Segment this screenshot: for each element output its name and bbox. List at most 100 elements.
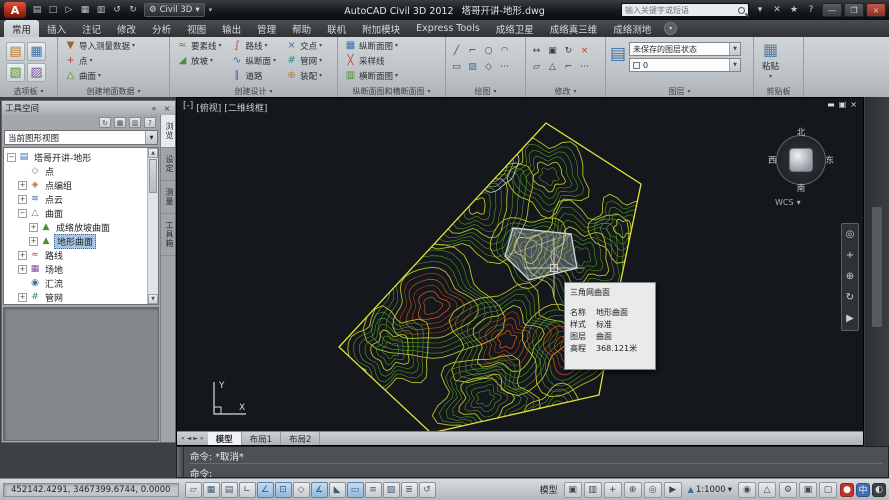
polyline-button[interactable]: ⌐	[465, 43, 480, 58]
toolspace-header[interactable]: 工具空间 «×	[2, 101, 175, 115]
refresh-icon[interactable]: ↻	[99, 117, 111, 128]
pan-icon[interactable]: +	[846, 251, 854, 261]
trim-button[interactable]: ⌐	[561, 59, 576, 74]
pipe-network-button[interactable]: #管网▾	[282, 53, 325, 68]
quick-view-drawings-button[interactable]: ▥	[584, 482, 602, 498]
ribbon-tab-5[interactable]: 视图	[179, 20, 214, 37]
ribbon-tab-14[interactable]: 成络测地	[605, 20, 659, 37]
feature-line-button[interactable]: ≈要素线▾	[173, 38, 225, 53]
ribbon-group-label[interactable]: 绘图▾	[449, 86, 522, 97]
current-layer-dropdown[interactable]: 0▼	[629, 58, 741, 72]
minimize-button[interactable]: —	[822, 3, 842, 17]
tree-expander-icon[interactable]: +	[18, 251, 27, 260]
infer-constraints-toggle[interactable]: ▱	[185, 482, 202, 498]
model-space-button[interactable]: 模型	[537, 483, 561, 496]
tree-expander-icon[interactable]: −	[18, 209, 27, 218]
drawing-viewport[interactable]: YX [-][俯视][二维线框] ▬▣× 北 南 西 东 WCS ▾ ◎+⊕↻▶…	[176, 97, 864, 446]
doc-close-button[interactable]: ×	[850, 100, 857, 109]
ribbon-tab-11[interactable]: Express Tools	[408, 20, 488, 37]
transparency-toggle[interactable]: ▨	[383, 482, 400, 498]
layout-nav-arrow-1[interactable]: ◄	[187, 435, 192, 442]
visual-style-control[interactable]: [二维线框]	[224, 101, 267, 114]
scroll-down-icon[interactable]: ▼	[148, 294, 158, 304]
exchange-apps-icon[interactable]: ✕	[770, 5, 784, 15]
toolspace-button[interactable]: ▤	[6, 42, 25, 61]
sample-lines-button[interactable]: ╳采样线	[341, 53, 401, 68]
preview-icon[interactable]: ▥	[129, 117, 141, 128]
workspace-selector[interactable]: ⚙ Civil 3D ▾	[144, 3, 205, 17]
profile-view-button[interactable]: ▦纵断面图▾	[341, 38, 401, 53]
close-icon[interactable]: ×	[162, 104, 172, 113]
polygon-button[interactable]: ◇	[481, 59, 496, 74]
help-search-box[interactable]	[621, 3, 749, 17]
tree-expander-icon[interactable]: +	[18, 195, 27, 204]
tree-item-7[interactable]: +≈路线	[4, 248, 146, 262]
import-survey-data-button[interactable]: ▼导入测量数据▾	[61, 38, 138, 53]
tree-item-label[interactable]: 路线	[43, 249, 65, 262]
restore-button[interactable]: ❐	[844, 3, 864, 17]
grading-button[interactable]: ◢放坡▾	[173, 53, 225, 68]
tree-item-label[interactable]: 汇流	[43, 277, 65, 290]
redo-icon[interactable]: ↻	[126, 5, 140, 15]
viewcube-east[interactable]: 东	[825, 154, 834, 166]
ribbon-tab-0[interactable]: 常用	[4, 20, 39, 37]
scrollbar-thumb[interactable]	[149, 159, 157, 193]
tree-item-2[interactable]: +◈点编组	[4, 178, 146, 192]
ribbon-tab-6[interactable]: 输出	[214, 20, 249, 37]
sign-in-icon[interactable]: ▾	[753, 5, 767, 15]
3d-object-snap-toggle[interactable]: ◇	[293, 482, 310, 498]
open-icon[interactable]: ▷	[62, 5, 76, 15]
layer-properties-button[interactable]: ▤	[610, 44, 623, 64]
show-motion-icon[interactable]: ▶	[846, 314, 854, 324]
layer-state-dropdown[interactable]: 未保存的图层状态▼	[629, 42, 741, 56]
tree-expander-icon[interactable]: +	[18, 293, 27, 302]
item-view-icon[interactable]: ▦	[114, 117, 126, 128]
layout-nav-arrow-0[interactable]: «	[181, 435, 185, 442]
tree-item-label[interactable]: 塔哥开讲-地形	[32, 151, 93, 164]
ime-mode-icon[interactable]: ◐	[872, 483, 886, 497]
workspace-switching-button[interactable]: ⚙	[779, 482, 797, 498]
toolspace-tab-2[interactable]: 测量	[161, 181, 175, 214]
ribbon-tab-8[interactable]: 帮助	[284, 20, 319, 37]
section-views-button[interactable]: ▥横断面图▾	[341, 68, 401, 83]
ribbon-group-label[interactable]: 选项板▾	[3, 86, 54, 97]
arc-button[interactable]: ◠	[497, 43, 512, 58]
stretch-button[interactable]: ▱	[529, 59, 544, 74]
tree-item-1[interactable]: ◇点	[4, 164, 146, 178]
new-icon[interactable]: □	[46, 5, 60, 15]
annotation-autoscale-button[interactable]: △	[758, 482, 776, 498]
ribbon-group-label[interactable]: 修改▾	[529, 86, 602, 97]
view-mode-dropdown[interactable]: 当前图形视图 ▼	[4, 130, 158, 145]
tree-scrollbar[interactable]: ▲ ▼	[147, 148, 158, 304]
ribbon-tab-9[interactable]: 联机	[319, 20, 354, 37]
viewcube[interactable]: 北 南 西 东	[769, 128, 833, 192]
scroll-up-icon[interactable]: ▲	[148, 148, 158, 158]
selection-cycling-toggle[interactable]: ↺	[419, 482, 436, 498]
orbit-icon[interactable]: ↻	[846, 293, 854, 303]
wcs-menu[interactable]: WCS ▾	[775, 198, 801, 207]
ribbon-tab-13[interactable]: 成络真三维	[542, 20, 606, 37]
help-icon[interactable]: ?	[804, 5, 818, 15]
mirror-button[interactable]: △	[545, 59, 560, 74]
application-menu-button[interactable]: A	[4, 2, 26, 18]
intersection-button[interactable]: ×交点▾	[282, 38, 325, 53]
tree-item-5[interactable]: +▲成络放坡曲面	[4, 220, 146, 234]
doc-restore-button[interactable]: ▣	[839, 100, 847, 109]
annotation-visibility-button[interactable]: ◉	[738, 482, 756, 498]
dynamic-ucs-toggle[interactable]: ◣	[329, 482, 346, 498]
tree-item-0[interactable]: −▤塔哥开讲-地形	[4, 150, 146, 164]
tree-item-label[interactable]: 点	[43, 165, 56, 178]
ribbon-tab-4[interactable]: 分析	[144, 20, 179, 37]
search-input[interactable]	[625, 6, 738, 15]
viewcube-south[interactable]: 南	[797, 182, 806, 194]
rectangle-button[interactable]: ▭	[449, 59, 464, 74]
ortho-mode-toggle[interactable]: ∟	[239, 482, 256, 498]
viewcube-cube[interactable]	[789, 148, 813, 172]
quick-properties-toggle[interactable]: ≣	[401, 482, 418, 498]
move-button[interactable]: ↔	[529, 43, 544, 58]
tree-item-label[interactable]: 点云	[43, 193, 65, 206]
tree-item-8[interactable]: +▦场地	[4, 262, 146, 276]
steering-wheel-button[interactable]: ◎	[644, 482, 662, 498]
snap-mode-toggle[interactable]: ▦	[203, 482, 220, 498]
show-motion-button[interactable]: ▶	[664, 482, 682, 498]
